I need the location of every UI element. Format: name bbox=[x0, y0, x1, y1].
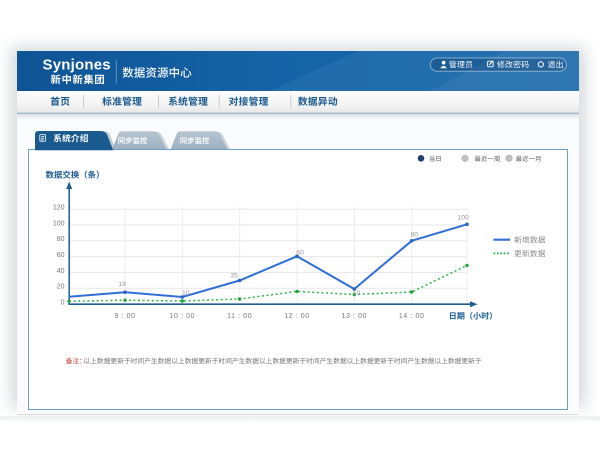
svg-text:40: 40 bbox=[57, 268, 65, 275]
svg-text:100: 100 bbox=[457, 214, 469, 221]
svg-text:9 : 00: 9 : 00 bbox=[114, 313, 135, 320]
svg-text:10 : 00: 10 : 00 bbox=[169, 313, 195, 320]
svg-text:10: 10 bbox=[353, 290, 361, 297]
svg-text:100: 100 bbox=[53, 220, 65, 227]
svg-text:14 : 00: 14 : 00 bbox=[399, 313, 425, 320]
svg-text:10: 10 bbox=[182, 290, 190, 297]
svg-text:20: 20 bbox=[57, 284, 65, 291]
svg-text:0: 0 bbox=[61, 299, 65, 306]
svg-text:120: 120 bbox=[53, 205, 65, 212]
svg-text:35: 35 bbox=[230, 273, 238, 280]
svg-text:12 : 00: 12 : 00 bbox=[284, 313, 310, 320]
svg-text:18: 18 bbox=[119, 281, 127, 288]
svg-text:60: 60 bbox=[57, 252, 65, 259]
svg-text:60: 60 bbox=[296, 250, 304, 257]
svg-text:80: 80 bbox=[411, 232, 419, 239]
svg-text:80: 80 bbox=[57, 236, 65, 243]
svg-text:13 : 00: 13 : 00 bbox=[341, 313, 367, 320]
svg-text:Synjones: Synjones bbox=[43, 57, 111, 74]
svg-text:11 : 00: 11 : 00 bbox=[227, 313, 252, 320]
